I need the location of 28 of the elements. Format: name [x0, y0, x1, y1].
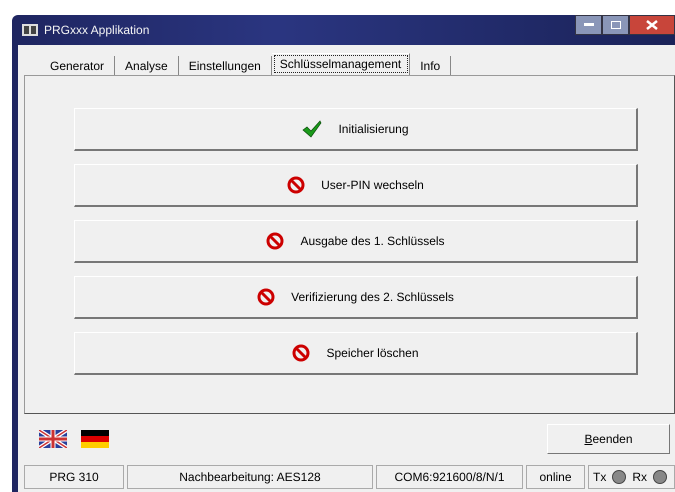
maximize-icon: [610, 21, 620, 29]
device-status: PRG 310: [24, 465, 124, 489]
exit-button[interactable]: Beenden: [547, 424, 670, 454]
action-button[interactable]: Initialisierung: [74, 108, 638, 151]
action-button[interactable]: Speicher löschen: [74, 332, 638, 375]
close-button[interactable]: [629, 15, 675, 35]
app-icon: [22, 24, 38, 36]
connection-status: online: [526, 465, 585, 489]
mode-status: Nachbearbeitung: AES128: [127, 465, 373, 489]
action-button[interactable]: Ausgabe des 1. Schlüssels: [74, 220, 638, 263]
led-label: Tx: [593, 470, 606, 484]
action-button[interactable]: User-PIN wechseln: [74, 164, 638, 207]
maximize-button[interactable]: [602, 15, 629, 35]
prohibited-icon: [257, 288, 276, 306]
checkmark-icon: [302, 120, 322, 138]
minimize-icon: [584, 23, 594, 27]
prohibited-icon: [287, 176, 306, 194]
window-title: PRGxxx Applikation: [44, 23, 150, 37]
port-status: COM6:921600/8/N/1: [376, 465, 523, 489]
german-flag-icon[interactable]: [81, 430, 109, 448]
action-button[interactable]: Verifizierung des 2. Schlüssels: [74, 276, 638, 319]
minimize-button[interactable]: [575, 15, 602, 35]
prohibited-icon: [292, 344, 310, 362]
led-label: Rx: [632, 470, 648, 484]
close-icon: [646, 20, 658, 30]
prohibited-icon: [266, 232, 284, 250]
uk-flag-icon[interactable]: [39, 430, 67, 448]
tab[interactable]: Schlüsselmanagement: [272, 53, 410, 75]
